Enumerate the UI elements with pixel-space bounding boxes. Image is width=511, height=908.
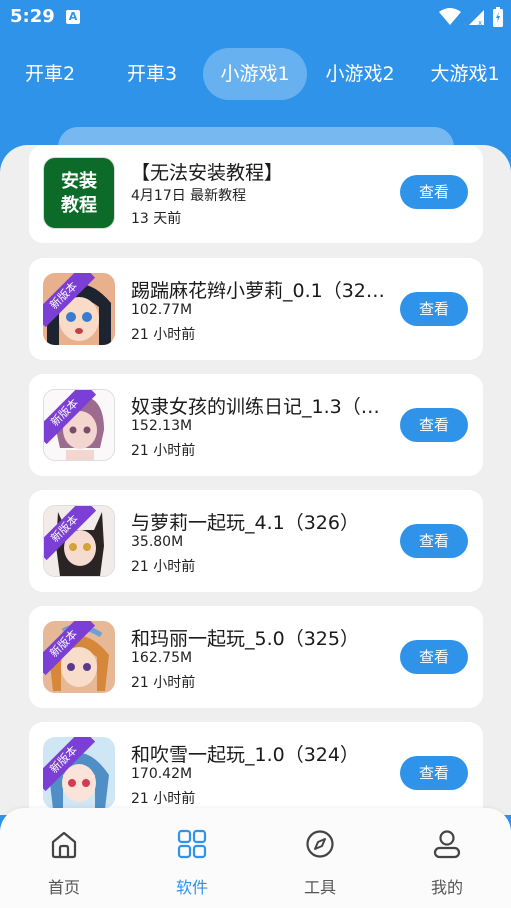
tab-big-game1[interactable]: 大游戏1 (413, 48, 511, 100)
item-size: 152.13M (131, 418, 193, 434)
view-button[interactable]: 查看 (400, 756, 468, 790)
nav-home[interactable]: 首页 (0, 808, 128, 908)
nav-profile[interactable]: 我的 (383, 808, 511, 908)
category-tabs: 开車2 开車3 小游戏1 小游戏2 大游戏1 (0, 48, 511, 100)
compass-icon (306, 830, 334, 858)
list-item[interactable]: 新版本 踢踹麻花辫小萝莉_0.1（327） 102.77M 21 小时前 查看 (29, 258, 483, 360)
app-list-panel: 安装 教程 【无法安装教程】 4月17日 最新教程 13 天前 查看 新版本 踢… (0, 145, 511, 815)
game-thumbnail-icon: 新版本 (43, 737, 115, 809)
battery-icon (493, 7, 503, 27)
tab-kaiche2[interactable]: 开車2 (0, 48, 102, 100)
item-subtitle: 4月17日 最新教程 (131, 188, 247, 204)
item-size: 35.80M (131, 534, 184, 550)
game-thumbnail-icon: 新版本 (43, 621, 115, 693)
list-item[interactable]: 新版本 和吹雪一起玩_1.0（324） 170.42M 21 小时前 查看 (29, 722, 483, 815)
item-size: 102.77M (131, 302, 193, 318)
item-time: 21 小时前 (131, 675, 196, 691)
notification-app-icon: A (66, 10, 80, 24)
user-icon (433, 830, 461, 859)
item-time: 21 小时前 (131, 443, 196, 459)
nav-tools[interactable]: 工具 (256, 808, 384, 908)
view-button[interactable]: 查看 (400, 292, 468, 326)
tab-kaiche3[interactable]: 开車3 (100, 48, 204, 100)
view-button[interactable]: 查看 (400, 640, 468, 674)
nav-home-label: 首页 (47, 878, 80, 897)
grid-icon (177, 829, 207, 859)
view-button[interactable]: 查看 (400, 408, 468, 442)
wifi-icon (439, 8, 461, 25)
item-title: 与萝莉一起玩_4.1（326） (131, 512, 359, 534)
home-icon (51, 831, 77, 859)
item-title: 和吹雪一起玩_1.0（324） (131, 744, 359, 766)
game-thumbnail-icon: 新版本 (43, 505, 115, 577)
tab-small-game1[interactable]: 小游戏1 (203, 48, 307, 100)
view-button[interactable]: 查看 (400, 524, 468, 558)
status-icons: x (439, 7, 503, 27)
item-time: 21 小时前 (131, 327, 196, 343)
tab-small-game2[interactable]: 小游戏2 (308, 48, 412, 100)
list-item[interactable]: 安装 教程 【无法安装教程】 4月17日 最新教程 13 天前 查看 (29, 145, 483, 243)
game-thumbnail-icon: 新版本 (43, 273, 115, 345)
install-icon-text-1: 安装 (61, 171, 97, 192)
status-bar: 5:29 A x (0, 0, 511, 36)
item-title: 和玛丽一起玩_5.0（325） (131, 628, 359, 650)
nav-tools-label: 工具 (303, 878, 336, 897)
item-title: 踢踹麻花辫小萝莉_0.1（327） (131, 280, 385, 302)
nav-software-label: 软件 (175, 878, 208, 897)
item-size: 170.42M (131, 766, 193, 782)
item-title: 【无法安装教程】 (131, 162, 284, 184)
view-button[interactable]: 查看 (400, 175, 468, 209)
item-time: 21 小时前 (131, 559, 196, 575)
item-title: 奴隶女孩的训练日记_1.3（328） (131, 396, 385, 418)
item-time: 21 小时前 (131, 791, 196, 807)
list-item[interactable]: 新版本 与萝莉一起玩_4.1（326） 35.80M 21 小时前 查看 (29, 490, 483, 592)
install-icon-text-2: 教程 (61, 195, 97, 216)
item-size: 162.75M (131, 650, 193, 666)
game-thumbnail-icon: 新版本 (43, 389, 115, 461)
install-tutorial-icon: 安装 教程 (43, 157, 115, 229)
list-item[interactable]: 新版本 和玛丽一起玩_5.0（325） 162.75M 21 小时前 查看 (29, 606, 483, 708)
item-time: 13 天前 (131, 211, 182, 227)
bottom-navigation: 首页 软件 工具 我的 (0, 808, 511, 908)
nav-profile-label: 我的 (430, 878, 463, 897)
svg-text:x: x (478, 19, 482, 26)
status-time: 5:29 (10, 6, 55, 27)
signal-icon: x (469, 10, 484, 26)
list-item[interactable]: 新版本 奴隶女孩的训练日记_1.3（328） 152.13M 21 小时前 查看 (29, 374, 483, 476)
nav-software[interactable]: 软件 (128, 808, 256, 908)
